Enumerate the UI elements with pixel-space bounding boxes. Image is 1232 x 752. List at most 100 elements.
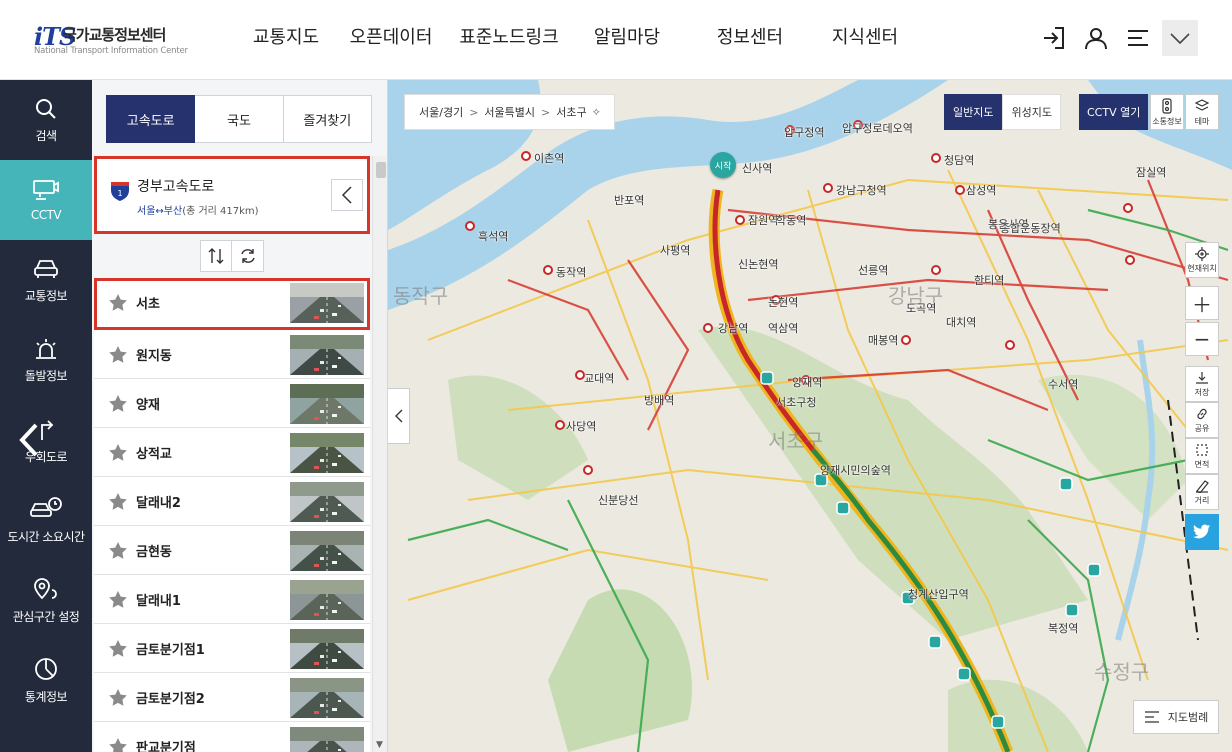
cctv-list-item[interactable]: 금토분기점1 [94, 624, 370, 673]
cctv-list-item[interactable]: 원지동 [94, 330, 370, 379]
breadcrumb-province[interactable]: 서울/경기 [419, 104, 463, 120]
user-icon[interactable] [1078, 20, 1114, 56]
current-location-button[interactable]: 현재위치 [1185, 242, 1219, 278]
favorite-star-icon[interactable] [108, 737, 128, 752]
scroll-down-icon[interactable]: ▼ [376, 740, 383, 750]
favorite-star-icon[interactable] [108, 443, 128, 462]
map-legend-button[interactable]: 지도범례 [1133, 700, 1219, 734]
menu-icon[interactable] [1120, 20, 1156, 56]
satellite-map-button[interactable]: 위성지도 [1002, 94, 1061, 130]
nav-knowledge-center[interactable]: 지식센터 [810, 0, 920, 78]
cctv-thumbnail[interactable] [290, 531, 364, 571]
nav-standard-node-link[interactable]: 표준노드링크 [454, 0, 564, 78]
cctv-thumbnail[interactable] [290, 629, 364, 669]
cctv-panel: 고속도로 국도 즐겨찾기 1 경부고속도로 서울↔부산(총 거리 417km) … [92, 80, 388, 752]
rail-travel-time[interactable]: 도시간 소요시간 [0, 480, 92, 560]
zoom-in-button[interactable]: ＋ [1185, 286, 1219, 320]
nav-open-data[interactable]: 오픈데이터 [328, 0, 454, 78]
map-breadcrumb: 서울/경기 > 서울특별시 > 서초구 ⟡ [404, 94, 615, 130]
cctv-name: 금토분기점1 [136, 643, 205, 658]
theme-button[interactable]: 테마 [1185, 94, 1219, 130]
rail-traffic-info[interactable]: 교통정보 [0, 240, 92, 320]
tab-national-road[interactable]: 국도 [195, 95, 284, 143]
panel-toggle-button[interactable] [388, 388, 410, 444]
favorite-star-icon[interactable] [108, 688, 128, 707]
cctv-list-item[interactable]: 판교분기점 [94, 722, 370, 752]
login-icon[interactable] [1036, 20, 1072, 56]
cctv-list-item[interactable]: 달래내2 [94, 477, 370, 526]
traffic-info-button[interactable]: 소통정보 [1150, 94, 1184, 130]
cctv-open-button[interactable]: CCTV 열기 [1079, 94, 1149, 130]
cctv-list-item[interactable]: 양재 [94, 379, 370, 428]
cctv-thumbnail[interactable] [290, 580, 364, 620]
nav-notice[interactable]: 알림마당 [564, 0, 690, 78]
cctv-thumbnail[interactable] [290, 433, 364, 473]
map-canvas[interactable] [388, 80, 1232, 752]
route-distance: (총 거리 417km) [182, 206, 259, 217]
favorite-star-icon[interactable] [108, 492, 128, 511]
favorite-star-icon[interactable] [108, 541, 128, 560]
cctv-thumbnail[interactable] [290, 384, 364, 424]
tab-favorites[interactable]: 즐겨찾기 [283, 95, 372, 143]
tool-label: 면적 [1194, 459, 1210, 469]
favorite-star-icon[interactable] [108, 394, 128, 413]
area-measure-button[interactable]: 면적 [1185, 438, 1219, 474]
rail-incident-info[interactable]: 돌발정보 [0, 320, 92, 400]
chevron-down-icon[interactable] [1162, 20, 1198, 56]
rail-label: 검색 [35, 128, 57, 143]
favorite-star-icon[interactable] [108, 293, 128, 312]
map-type-toggle: 일반지도 위성지도 [944, 94, 1061, 130]
chevron-left-icon[interactable] [12, 420, 46, 460]
nav-traffic-map[interactable]: 교통지도 [248, 0, 324, 78]
tab-expressway[interactable]: 고속도로 [106, 95, 196, 143]
legend-list-icon [1144, 711, 1159, 723]
travel-time-icon [30, 496, 62, 517]
route-start-marker[interactable]: 시작 [710, 152, 736, 178]
favorite-star-icon[interactable] [108, 639, 128, 658]
cctv-list-item[interactable]: 금토분기점2 [94, 673, 370, 722]
cctv-thumbnail[interactable] [290, 678, 364, 718]
sort-direction-button[interactable] [200, 240, 232, 272]
cctv-name: 원지동 [136, 349, 172, 364]
location-pin-icon [34, 577, 57, 599]
cctv-list-item[interactable]: 금현동 [94, 526, 370, 575]
logo[interactable]: iTS 국가교통정보센터 National Transport Informat… [34, 20, 204, 60]
favorite-star-icon[interactable] [108, 345, 128, 364]
rail-statistics[interactable]: 통계정보 [0, 640, 92, 720]
cctv-thumbnail[interactable] [290, 335, 364, 375]
chevron-left-icon [394, 409, 402, 423]
favorite-star-icon[interactable] [108, 590, 128, 609]
traffic-map[interactable]: 동작구 강남구 서초구 수정구 이촌역 흑석역 동작역 반포역 사평역 잠원역 … [388, 80, 1232, 752]
cctv-thumbnail[interactable] [290, 482, 364, 522]
twitter-share-button[interactable] [1185, 514, 1219, 550]
route-back-button[interactable] [331, 179, 363, 211]
header: iTS 국가교통정보센터 National Transport Informat… [0, 0, 1232, 80]
refresh-button[interactable] [232, 240, 264, 272]
nav-info-center[interactable]: 정보센터 [690, 0, 810, 78]
cctv-thumbnail[interactable] [290, 283, 364, 323]
zoom-out-button[interactable]: − [1185, 322, 1219, 356]
cctv-thumbnail[interactable] [290, 727, 364, 752]
svg-text:1: 1 [117, 189, 122, 198]
distance-measure-button[interactable]: 거리 [1185, 474, 1219, 510]
rail-search[interactable]: 검색 [0, 80, 92, 160]
panel-scrollbar[interactable]: ▼ [372, 156, 387, 752]
road-type-tabs: 고속도로 국도 즐겨찾기 [106, 95, 372, 143]
cctv-list: 서초원지동양재 상적교 달래내2 금현동 달래내1 금토분기점1 금토분기점2 판교분기점 [94, 278, 370, 752]
save-button[interactable]: 저장 [1185, 366, 1219, 402]
cctv-list-item[interactable]: 달래내1 [94, 575, 370, 624]
cctv-list-item[interactable]: 상적교 [94, 428, 370, 477]
download-icon [1196, 371, 1208, 384]
normal-map-button[interactable]: 일반지도 [944, 94, 1003, 130]
cctv-icon [33, 180, 59, 200]
breadcrumb-district[interactable]: 서초구 [556, 104, 586, 120]
cctv-list-item[interactable]: 서초 [94, 278, 370, 330]
twitter-icon [1193, 524, 1210, 539]
rail-cctv[interactable]: CCTV [0, 160, 92, 240]
share-button[interactable]: 공유 [1185, 402, 1219, 438]
breadcrumb-dropdown-icon[interactable]: ⟡ [593, 105, 600, 119]
rail-interest-section[interactable]: 관심구간 설정 [0, 560, 92, 640]
scrollbar-thumb[interactable] [376, 162, 386, 178]
breadcrumb-city[interactable]: 서울특별시 [484, 104, 535, 120]
logo-subtitle: National Transport Information Center [34, 46, 188, 56]
